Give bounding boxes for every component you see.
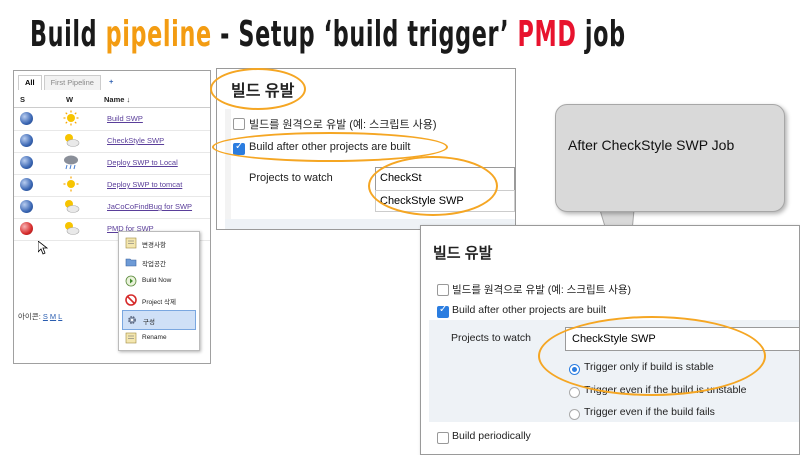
projects-to-watch-input[interactable]: CheckSt [375, 167, 515, 191]
status-blue-icon [20, 156, 33, 169]
panel-gutter [225, 109, 231, 229]
menu-item-delete-project[interactable]: Project 삭제 [122, 291, 194, 309]
add-view-tab[interactable]: + [103, 75, 119, 89]
build-after-other-checkbox[interactable] [233, 141, 245, 155]
status-column-header[interactable]: S [20, 95, 25, 104]
menu-item-rename[interactable]: Rename [122, 329, 194, 347]
no-entry-icon [125, 294, 137, 306]
jenkins-dashboard: All First Pipeline + S W Name ↓ Build SW… [13, 70, 211, 364]
partly-cloudy-icon [65, 222, 80, 235]
notepad-icon [125, 332, 137, 344]
menu-item-changes[interactable]: 변경사항 [122, 234, 194, 252]
icon-size-legend: 아이콘: SML [18, 311, 64, 322]
status-blue-icon [20, 178, 33, 191]
build-periodically-label: Build periodically [452, 430, 531, 442]
trigger-unstable-label: Trigger even if the build is unstable [584, 384, 747, 396]
tab-first-pipeline[interactable]: First Pipeline [43, 75, 101, 90]
title-part-1: Build [30, 14, 106, 55]
icon-size-label: 아이콘: [18, 312, 41, 321]
status-blue-icon [20, 200, 33, 213]
status-blue-icon [20, 112, 33, 125]
trigger-stable-radio[interactable] [569, 364, 580, 375]
job-link[interactable]: CheckStyle SWP [107, 136, 164, 145]
job-link[interactable]: JaCoCoFindBug for SWP [107, 202, 192, 211]
callout-text: After CheckStyle SWP Job [568, 137, 735, 153]
name-column-header[interactable]: Name ↓ [104, 95, 130, 104]
job-table-header: S W Name ↓ [14, 91, 210, 108]
trigger-fails-radio[interactable] [569, 409, 580, 420]
job-link[interactable]: Build SWP [107, 114, 143, 123]
mouse-cursor-icon [38, 241, 48, 255]
trigger-stable-label: Trigger only if build is stable [584, 361, 714, 373]
folder-icon [125, 258, 137, 267]
section-title: 빌드 유발 [433, 245, 493, 262]
partly-cloudy-icon [65, 200, 80, 213]
projects-to-watch-input[interactable]: CheckStyle SWP [565, 327, 799, 351]
weather-column-header[interactable]: W [66, 95, 73, 104]
notepad-icon [125, 237, 137, 249]
remote-trigger-checkbox[interactable] [437, 284, 449, 296]
build-trigger-panel-2: 빌드 유발 빌드를 원격으로 유발 (예: 스크립트 사용) Build aft… [420, 225, 800, 455]
section-title: 빌드 유발 [231, 83, 295, 100]
view-tabs: All First Pipeline + [18, 75, 121, 90]
build-clock-icon [125, 275, 137, 287]
table-row: JaCoCoFindBug for SWP [14, 196, 210, 219]
sunny-icon [63, 110, 79, 126]
slide-title: Build pipeline - Setup ‘build trigger’ P… [30, 14, 626, 64]
partly-cloudy-icon [65, 134, 80, 147]
projects-to-watch-label: Projects to watch [249, 172, 333, 184]
status-blue-icon [20, 134, 33, 147]
gear-icon [128, 316, 136, 324]
table-row: Deploy SWP to tomcat [14, 174, 210, 197]
title-part-3: - Setup ‘build trigger’ [211, 14, 518, 55]
callout-box: After CheckStyle SWP Job [555, 104, 785, 212]
job-link[interactable]: Deploy SWP to Local [107, 158, 178, 167]
build-trigger-panel-1: 빌드 유발 빌드를 원격으로 유발 (예: 스크립트 사용) Build aft… [216, 68, 516, 230]
title-part-pmd: PMD [517, 14, 577, 55]
build-after-other-label: Build after other projects are built [249, 141, 411, 153]
job-context-menu: 변경사항 작업공간 Build Now Project 삭제 구성 Rename [118, 231, 200, 351]
table-row: CheckStyle SWP [14, 130, 210, 153]
remote-trigger-label: 빌드를 원격으로 유발 (예: 스크립트 사용) [452, 284, 632, 296]
build-after-other-checkbox[interactable] [437, 304, 449, 318]
icon-size-m-link[interactable]: M [50, 312, 56, 321]
remote-trigger-checkbox[interactable] [233, 118, 245, 130]
remote-trigger-label: 빌드를 원격으로 유발 (예: 스크립트 사용) [249, 119, 437, 131]
tab-all[interactable]: All [18, 75, 42, 90]
build-periodically-checkbox[interactable] [437, 432, 449, 444]
projects-to-watch-label: Projects to watch [451, 332, 531, 344]
job-link[interactable]: Deploy SWP to tomcat [107, 180, 182, 189]
menu-item-build-now[interactable]: Build Now [122, 272, 194, 290]
menu-item-configure[interactable]: 구성 [122, 310, 196, 330]
icon-size-l-link[interactable]: L [58, 312, 62, 321]
trigger-unstable-radio[interactable] [569, 387, 580, 398]
sunny-icon [63, 176, 79, 192]
storm-icon [64, 155, 78, 170]
menu-item-workspace[interactable]: 작업공간 [122, 253, 194, 271]
autocomplete-suggestion[interactable]: CheckStyle SWP [375, 190, 515, 212]
table-row: Deploy SWP to Local [14, 152, 210, 175]
title-part-pipeline: pipeline [105, 14, 212, 55]
status-red-icon [20, 222, 33, 235]
table-row: Build SWP [14, 108, 210, 131]
build-after-other-label: Build after other projects are built [452, 304, 607, 316]
title-part-5: job [576, 14, 626, 55]
icon-size-s-link[interactable]: S [43, 312, 48, 321]
trigger-fails-label: Trigger even if the build fails [584, 406, 715, 418]
